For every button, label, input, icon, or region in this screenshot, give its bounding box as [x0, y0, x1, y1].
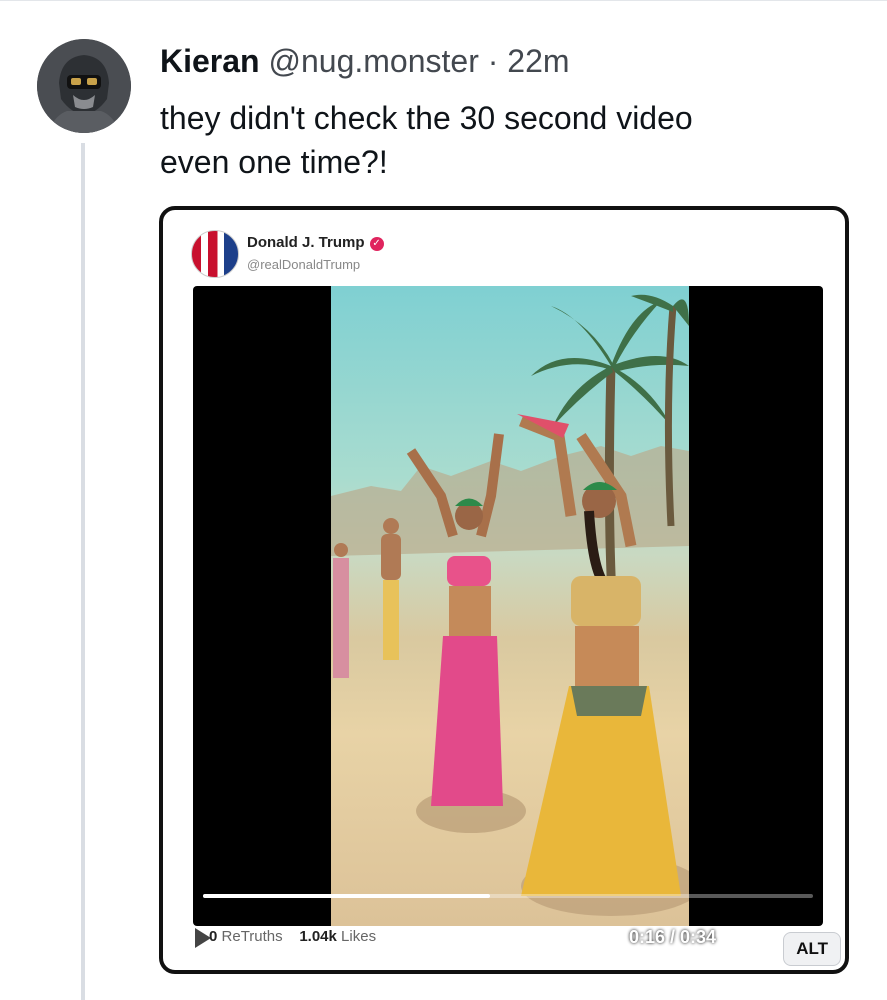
embedded-media[interactable]: Donald J. Trump ✓ @realDonaldTrump 0 ReT…: [159, 206, 849, 974]
helmet-avatar-icon: [37, 39, 131, 133]
retruths-count: 0: [209, 928, 218, 945]
thread-line: [81, 143, 85, 1000]
likes-label: Likes: [341, 928, 377, 945]
author-name[interactable]: Kieran: [160, 43, 260, 79]
embed-author-name: Donald J. Trump ✓: [247, 234, 384, 251]
meta-separator: ·: [487, 43, 499, 79]
retruths-label: ReTruths: [221, 928, 283, 945]
beach-dancers-image: [331, 294, 689, 916]
video-controls: 0 ReTruths 1.04k Likes 0:16 / 0:34: [193, 922, 823, 962]
author-avatar[interactable]: [37, 39, 131, 133]
alt-text-button[interactable]: ALT: [783, 932, 841, 966]
video-frame: [331, 286, 689, 926]
embed-author-avatar: [191, 230, 239, 278]
likes-count: 1.04k: [299, 928, 337, 945]
volume-icon[interactable]: [729, 926, 755, 948]
post-timestamp[interactable]: 22m: [507, 43, 569, 79]
video-progress-fill: [203, 894, 490, 898]
top-divider: [0, 0, 887, 1]
post-text-line: they didn't check the 30 second video: [160, 100, 693, 136]
post-header: Kieran @nug.monster · 22m: [160, 41, 570, 81]
embed-author-handle: @realDonaldTrump: [247, 257, 361, 272]
video-progress-bar[interactable]: [203, 894, 813, 898]
post-text: they didn't check the 30 second video ev…: [160, 96, 840, 184]
video-player[interactable]: [193, 286, 823, 926]
video-time: 0:16 / 0:34: [629, 927, 717, 947]
embed-author-name-text: Donald J. Trump: [247, 234, 365, 251]
author-handle[interactable]: @nug.monster: [268, 43, 478, 79]
embed-stats: 0 ReTruths 1.04k Likes: [209, 928, 376, 945]
post-text-line: even one time?!: [160, 144, 388, 180]
verified-badge-icon: ✓: [369, 237, 384, 251]
